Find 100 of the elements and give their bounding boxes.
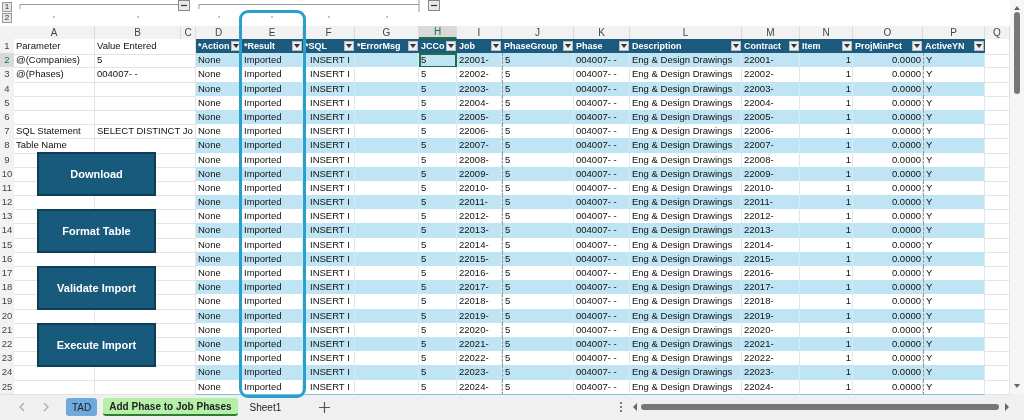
sheet-tab[interactable]: Add Phase to Job Phases bbox=[103, 398, 238, 416]
table-cell: SQL Statement bbox=[14, 124, 95, 140]
filter-button[interactable] bbox=[344, 41, 354, 52]
header-label: Phase bbox=[576, 40, 603, 53]
macro-button[interactable]: Format Table bbox=[37, 209, 156, 253]
outline-dot bbox=[53, 16, 55, 18]
row-number[interactable]: 3 bbox=[0, 67, 14, 83]
table-cell: 5 bbox=[502, 294, 574, 310]
table-cell: 5 bbox=[419, 294, 457, 310]
macro-button[interactable]: Execute Import bbox=[37, 323, 156, 367]
vertical-scrollbar[interactable] bbox=[1010, 0, 1024, 394]
table-cell: Eng & Design Drawings bbox=[630, 138, 742, 154]
macro-button[interactable]: Download bbox=[37, 152, 156, 196]
table-cell: 1 bbox=[800, 365, 853, 381]
table-cell: 0.0000 bbox=[853, 294, 923, 310]
add-sheet-icon[interactable] bbox=[319, 401, 331, 413]
filter-button[interactable] bbox=[842, 41, 852, 52]
table-cell: 22023- bbox=[742, 365, 800, 381]
header-label: PhaseGroup bbox=[504, 40, 558, 53]
table-cell: Imported bbox=[242, 365, 303, 381]
table-cell: 22013- bbox=[457, 223, 502, 239]
table-cell: 22023- bbox=[457, 365, 502, 381]
table-cell: 1 bbox=[800, 223, 853, 239]
table-cell: 0.0000 bbox=[853, 138, 923, 154]
table-cell: 22007- bbox=[457, 138, 502, 154]
table-cell: Y bbox=[923, 365, 985, 381]
filter-button[interactable] bbox=[731, 41, 741, 52]
table-cell: INSERT I bbox=[303, 294, 355, 310]
table-cell: 004007- - bbox=[574, 365, 630, 381]
outline-dot bbox=[218, 16, 220, 18]
table-cell: Y bbox=[923, 223, 985, 239]
table-cell: Parameter bbox=[14, 39, 95, 56]
table-cell: 22002- bbox=[742, 67, 800, 83]
filter-button[interactable] bbox=[491, 41, 501, 52]
column-letter[interactable]: A bbox=[14, 26, 95, 39]
row-number[interactable]: 8 bbox=[0, 138, 14, 154]
table-cell: Y bbox=[923, 294, 985, 310]
outline-dot bbox=[386, 16, 388, 18]
header-label: *Action bbox=[198, 40, 230, 53]
filter-button[interactable] bbox=[408, 41, 418, 52]
macro-button[interactable]: Validate Import bbox=[37, 266, 156, 310]
table-cell: INSERT I bbox=[303, 223, 355, 239]
table-cell: 22007- bbox=[742, 138, 800, 154]
column-letter[interactable]: H bbox=[419, 26, 457, 39]
header-label: Contract bbox=[744, 40, 781, 53]
table-cell: 5 bbox=[502, 223, 574, 239]
table-cell: 5 bbox=[419, 365, 457, 381]
filter-button[interactable] bbox=[563, 41, 573, 52]
filter-button[interactable] bbox=[912, 41, 922, 52]
header-label: Item bbox=[802, 40, 821, 53]
collapse-button[interactable] bbox=[178, 0, 190, 11]
table-cell: 004007- - bbox=[574, 138, 630, 154]
table-cell: None bbox=[196, 223, 242, 239]
header-label: Description bbox=[632, 40, 682, 53]
table-cell: INSERT I bbox=[303, 67, 355, 83]
table-cell: 5 bbox=[419, 138, 457, 154]
table-cell: 0.0000 bbox=[853, 365, 923, 381]
row-number[interactable]: 14 bbox=[0, 223, 14, 239]
table-cell: 1 bbox=[800, 67, 853, 83]
table-cell: None bbox=[196, 365, 242, 381]
table-cell: 5 bbox=[502, 138, 574, 154]
table-cell: Y bbox=[923, 138, 985, 154]
header-label: *Result bbox=[244, 40, 275, 53]
sheet-tab[interactable]: Sheet1 bbox=[243, 398, 288, 416]
table-cell: Y bbox=[923, 67, 985, 83]
table-cell: 5 bbox=[419, 223, 457, 239]
table-cell: 1 bbox=[800, 294, 853, 310]
header-label: *ErrorMsg bbox=[357, 40, 401, 53]
row-number[interactable]: 19 bbox=[0, 294, 14, 310]
table-cell: Imported bbox=[242, 223, 303, 239]
table-cell: 004007- - bbox=[574, 67, 630, 83]
table-cell: 5 bbox=[419, 67, 457, 83]
table-cell: Eng & Design Drawings bbox=[630, 294, 742, 310]
table-cell: @(Companies) bbox=[14, 53, 95, 69]
collapse-button[interactable] bbox=[428, 0, 440, 11]
filter-button[interactable] bbox=[292, 41, 302, 52]
filter-button[interactable] bbox=[446, 41, 456, 52]
table-cell: 1 bbox=[800, 138, 853, 154]
filter-button[interactable] bbox=[789, 41, 799, 52]
sheet-tab[interactable]: TAD bbox=[66, 398, 98, 416]
column-letter[interactable]: C bbox=[181, 26, 196, 39]
table-cell: 22002- bbox=[457, 67, 502, 83]
more-options-icon[interactable] bbox=[619, 401, 623, 413]
table-cell: INSERT I bbox=[303, 138, 355, 154]
filter-button[interactable] bbox=[231, 41, 241, 52]
outline-level-button[interactable]: 1 bbox=[2, 2, 12, 12]
header-label: ProjMinPct bbox=[855, 40, 902, 53]
table-cell: 0.0000 bbox=[853, 67, 923, 83]
filter-button[interactable] bbox=[619, 41, 629, 52]
table-cell: @(Phases) bbox=[14, 67, 95, 83]
filter-button[interactable] bbox=[974, 41, 984, 52]
column-letter[interactable]: B bbox=[95, 26, 181, 39]
header-label: JCCo bbox=[421, 40, 445, 53]
table-cell: INSERT I bbox=[303, 365, 355, 381]
table-cell: None bbox=[196, 138, 242, 154]
outline-level-button[interactable]: 2 bbox=[2, 13, 12, 23]
table-cell: 5 bbox=[502, 365, 574, 381]
table-cell: 22018- bbox=[457, 294, 502, 310]
header-label: Job bbox=[459, 40, 475, 53]
row-number[interactable]: 24 bbox=[0, 365, 14, 381]
